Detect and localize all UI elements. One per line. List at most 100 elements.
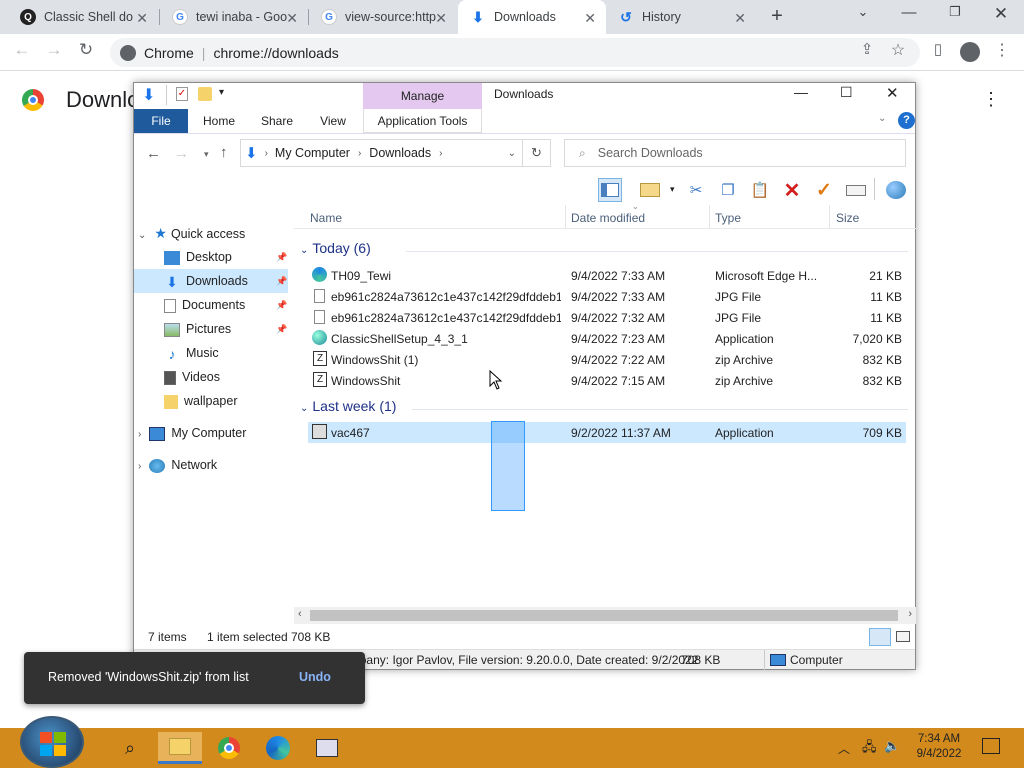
chevron-right-icon[interactable]: › [138, 429, 141, 440]
more-actions-icon[interactable]: ⋮ [982, 89, 1000, 110]
scroll-right-icon[interactable]: › [908, 608, 912, 620]
ribbon-tab-share[interactable]: Share [252, 109, 302, 133]
recent-locations-icon[interactable]: ▾ [204, 149, 209, 160]
quick-access[interactable]: ⌄ ★ Quick access [138, 221, 288, 245]
ribbon-tab-home[interactable]: Home [194, 109, 244, 133]
new-tab-button[interactable]: + [762, 5, 792, 28]
group-header-last-week[interactable]: ⌄ Last week (1) [300, 398, 396, 414]
column-type[interactable]: Type [715, 211, 741, 225]
ribbon-tab-file[interactable]: File [134, 109, 188, 133]
copy-icon[interactable]: ❐ [716, 178, 740, 202]
close-icon[interactable]: ✕ [584, 10, 596, 27]
restore-button[interactable]: ❐ [940, 4, 970, 20]
bookmark-star-icon[interactable]: ☆ [886, 40, 910, 60]
views-dropdown-icon[interactable]: ▾ [670, 184, 675, 195]
explorer-close-button[interactable]: ✕ [886, 84, 899, 102]
app-taskbar-icon[interactable] [310, 732, 344, 764]
file-row[interactable]: TH09_Tewi 9/4/2022 7:33 AM Microsoft Edg… [308, 265, 906, 286]
ribbon-tab-view[interactable]: View [308, 109, 358, 133]
nav-item-documents[interactable]: Documents 📌 [164, 293, 288, 317]
customize-quick-access-icon[interactable]: ▾ [219, 87, 224, 98]
forward-arrow-icon[interactable]: → [174, 145, 189, 162]
file-explorer-taskbar-icon[interactable] [158, 732, 202, 764]
close-icon[interactable]: ✕ [136, 10, 148, 27]
pin-icon[interactable]: 📌 [276, 317, 287, 341]
chevron-down-icon[interactable]: ⌄ [300, 245, 308, 256]
delete-icon[interactable]: ✕ [780, 178, 804, 202]
volume-icon[interactable]: 🔈 [884, 738, 900, 754]
column-size[interactable]: Size [836, 211, 859, 225]
reload-button[interactable]: ↻ [74, 40, 98, 60]
clock[interactable]: 7:34 AM 9/4/2022 [904, 732, 974, 762]
group-header-today[interactable]: ⌄ Today (6) [300, 240, 371, 256]
file-row[interactable]: ClassicShellSetup_4_3_1 9/4/2022 7:23 AM… [308, 328, 906, 349]
nav-my-computer[interactable]: › My Computer [138, 421, 288, 445]
details-view-icon[interactable] [869, 628, 891, 646]
close-icon[interactable]: ✕ [435, 10, 447, 27]
side-panel-icon[interactable]: ▯ [926, 40, 950, 58]
close-window-button[interactable]: ✕ [986, 4, 1016, 24]
tab-tewi-inaba[interactable]: G tewi inaba - Goo ✕ [160, 0, 308, 34]
address-dropdown-icon[interactable]: ⌄ [508, 148, 516, 159]
preview-pane-icon[interactable] [598, 178, 622, 202]
explorer-minimize-button[interactable]: — [794, 84, 808, 100]
nav-item-wallpaper[interactable]: wallpaper [164, 389, 288, 413]
tab-search-icon[interactable]: ⌄ [848, 4, 878, 20]
scroll-left-icon[interactable]: ‹ [298, 608, 302, 620]
nav-item-videos[interactable]: Videos [164, 365, 288, 389]
breadcrumb-my-computer[interactable]: My Computer [275, 146, 350, 160]
new-folder-icon[interactable] [198, 87, 212, 101]
forward-button[interactable]: → [42, 40, 66, 60]
views-icon[interactable] [638, 178, 662, 202]
address-bar[interactable]: Chrome | chrome://downloads [110, 38, 920, 67]
help-icon[interactable]: ? [898, 112, 915, 129]
pin-icon[interactable]: 📌 [276, 245, 287, 269]
paste-icon[interactable]: 📋 [748, 178, 772, 202]
pin-icon[interactable]: 📌 [276, 293, 287, 317]
tab-view-source[interactable]: G view-source:http ✕ [309, 0, 457, 34]
breadcrumb-downloads[interactable]: Downloads [369, 146, 431, 160]
show-hidden-icons-icon[interactable]: ︿ [838, 740, 850, 757]
horizontal-scrollbar[interactable]: ‹ › [294, 607, 916, 624]
globe-icon[interactable] [884, 178, 908, 202]
search-box[interactable]: ⌕ Search Downloads [564, 139, 906, 167]
tab-classic-shell[interactable]: Q Classic Shell do ✕ [8, 0, 158, 34]
tab-history[interactable]: ↺ History ✕ [606, 0, 756, 34]
ribbon-tab-application-tools[interactable]: Application Tools [363, 109, 482, 133]
undo-button[interactable]: Undo [299, 670, 331, 684]
profile-icon[interactable] [958, 40, 982, 67]
chevron-down-icon[interactable]: ⌄ [138, 230, 146, 241]
nav-item-pictures[interactable]: Pictures 📌 [164, 317, 288, 341]
chrome-taskbar-icon[interactable] [212, 732, 246, 764]
nav-item-downloads[interactable]: ⬇ Downloads 📌 [134, 269, 288, 293]
large-icons-view-icon[interactable] [896, 631, 910, 642]
properties-icon[interactable]: ✓ [176, 87, 188, 101]
pin-icon[interactable]: 📌 [276, 269, 287, 293]
rename-icon[interactable] [844, 178, 868, 202]
chevron-right-icon[interactable]: › [138, 461, 141, 472]
search-icon[interactable]: ⌕ [113, 732, 147, 764]
up-arrow-icon[interactable]: ↑ [220, 144, 228, 161]
file-row[interactable]: eb961c2824a73612c1e437c142f29dfddeb1... … [308, 286, 906, 307]
menu-icon[interactable]: ⋮ [990, 40, 1014, 60]
scrollbar-thumb[interactable] [310, 610, 898, 621]
column-date-modified[interactable]: Date modified [571, 211, 645, 225]
nav-item-desktop[interactable]: Desktop 📌 [164, 245, 288, 269]
file-row[interactable]: Z WindowsShit 9/4/2022 7:15 AM zip Archi… [308, 370, 906, 391]
nav-item-music[interactable]: ♪ Music [164, 341, 288, 365]
file-row[interactable]: Z WindowsShit (1) 9/4/2022 7:22 AM zip A… [308, 349, 906, 370]
chevron-down-icon[interactable]: ⌄ [300, 403, 308, 414]
close-icon[interactable]: ✕ [734, 10, 746, 27]
column-name[interactable]: Name [310, 211, 342, 225]
cut-icon[interactable]: ✂ [684, 178, 708, 202]
back-arrow-icon[interactable]: ← [146, 145, 161, 162]
edge-taskbar-icon[interactable] [261, 732, 295, 764]
back-button[interactable]: ← [10, 40, 34, 60]
expand-ribbon-icon[interactable]: ⌄ [878, 113, 886, 124]
address-bar[interactable]: ⬇ › My Computer › Downloads › ⌄ ↻ [240, 139, 551, 167]
minimize-button[interactable]: — [894, 4, 924, 21]
file-row[interactable]: eb961c2824a73612c1e437c142f29dfddeb1... … [308, 307, 906, 328]
refresh-icon[interactable]: ↻ [522, 140, 550, 166]
start-button[interactable] [20, 716, 84, 768]
file-row-selected[interactable]: vac467 9/2/2022 11:37 AM Application 709… [308, 422, 906, 443]
